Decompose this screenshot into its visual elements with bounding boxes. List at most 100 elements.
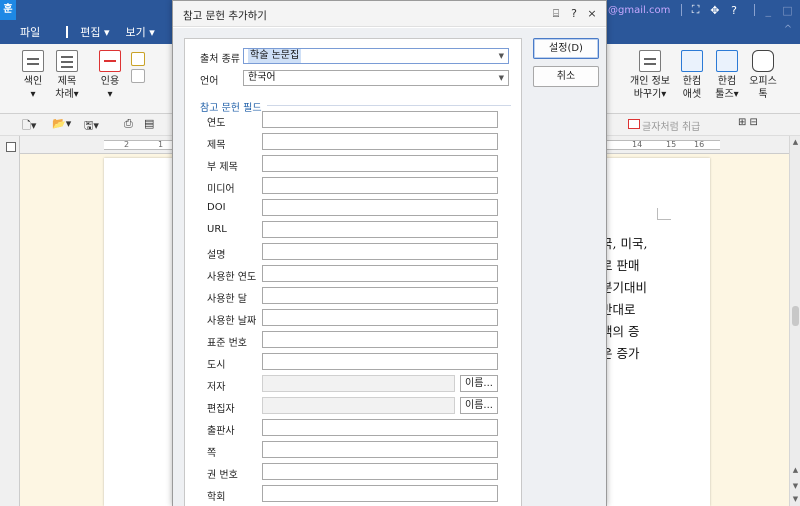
field-row: 설명 (185, 243, 523, 263)
field-input[interactable] (262, 155, 498, 172)
dialog-options-icon[interactable]: ⌸ (549, 7, 563, 21)
field-input[interactable] (262, 243, 498, 260)
field-row: 사용한 달 (185, 287, 523, 307)
open-folder-icon[interactable]: 📂▾ (52, 117, 71, 130)
move-icon[interactable]: ✥ (708, 4, 721, 17)
field-label: 저자 (207, 382, 226, 393)
menu-divider (66, 26, 69, 38)
citation-icon (99, 50, 121, 72)
field-row: 사용한 연도 (185, 265, 523, 285)
scrollbar-thumb[interactable] (792, 306, 799, 326)
ruler-number: 2 (124, 140, 130, 149)
scroll-down-icon[interactable]: ▼ (791, 495, 800, 504)
name-button[interactable]: 이름... (460, 397, 498, 414)
field-input[interactable] (262, 441, 498, 458)
field-input[interactable] (262, 309, 498, 326)
title-toc-icon (56, 50, 78, 72)
expand-icon[interactable]: ⛶ (689, 3, 702, 17)
index-icon (22, 50, 44, 72)
field-input[interactable] (262, 463, 498, 480)
document-line: 로 판매 (601, 258, 640, 273)
field-label: 사용한 연도 (207, 272, 257, 283)
treat-as-char-label[interactable]: 글자처럼 취급 (642, 118, 700, 133)
help-icon[interactable]: ? (727, 4, 740, 17)
field-label: URL (207, 224, 227, 235)
field-label: 편집자 (207, 404, 235, 415)
document-line: 분기대비 (601, 280, 648, 295)
dialog-help-icon[interactable]: ? (567, 7, 581, 20)
document-line: 액의 증 (601, 324, 640, 339)
field-label: 권 번호 (207, 470, 238, 481)
field-input[interactable] (262, 111, 498, 128)
ruler-number: 1 (158, 140, 164, 149)
field-input[interactable] (262, 485, 498, 502)
field-input[interactable] (262, 397, 455, 414)
ruler-number: 16 (694, 140, 705, 149)
hancom-asset-icon (681, 50, 703, 72)
field-label: 사용한 달 (207, 294, 247, 305)
vertical-scrollbar[interactable]: ▲ ▲ ▼ ▼ (789, 136, 800, 506)
dialog-title-bar[interactable]: 참고 문헌 추가하기 ⌸ ? × (173, 1, 606, 27)
ribbon-index-button[interactable]: 색인 ▾ (18, 50, 48, 101)
field-input[interactable] (262, 419, 498, 436)
field-input[interactable] (262, 133, 498, 150)
field-row: 편집자 이름... (185, 397, 523, 417)
cancel-button[interactable]: 취소 (533, 66, 599, 87)
margin-corner-mark (657, 208, 671, 220)
field-input[interactable] (262, 331, 498, 348)
language-select[interactable]: 한국어 ▼ (243, 70, 509, 86)
field-input[interactable] (262, 375, 455, 392)
field-row: 권 번호 (185, 463, 523, 483)
layout-icon[interactable]: ⊞ ⊟ (738, 117, 758, 128)
ribbon-hancom-asset-button[interactable]: 한컴 애셋 (676, 50, 708, 101)
field-label: 미디어 (207, 184, 235, 195)
chevron-down-icon: ▼ (498, 74, 504, 82)
document-text[interactable]: 국, 미국, 로 판매 분기대비 반대로 액의 증 은 증가 (601, 233, 661, 365)
ribbon-citation-button[interactable]: 인용 ▾ (94, 50, 126, 101)
ribbon-office-talk-button[interactable]: 오피스 톡 (746, 50, 780, 101)
field-row: 도시 (185, 353, 523, 373)
field-row: URL (185, 221, 523, 241)
dialog-close-icon[interactable]: × (585, 7, 599, 20)
preview-icon[interactable]: ▤ (144, 117, 154, 130)
source-type-select[interactable]: 학술 논문집 ▼ (243, 48, 509, 64)
menu-view[interactable]: 보기 ▾ (118, 24, 163, 40)
field-row: 부 제목 (185, 155, 523, 175)
ribbon-citation-extra-button[interactable] (126, 52, 150, 86)
field-label: DOI (207, 202, 226, 213)
name-button[interactable]: 이름... (460, 375, 498, 392)
print-icon[interactable]: ⎙ (124, 117, 133, 131)
document-line: 국, 미국, (601, 236, 648, 251)
ribbon-privacy-button[interactable]: 개인 정보 바꾸기▾ (628, 50, 672, 101)
page-down-icon[interactable]: ▼ (791, 482, 800, 491)
field-input[interactable] (262, 177, 498, 194)
field-input[interactable] (262, 287, 498, 304)
field-input[interactable] (262, 199, 498, 216)
chevron-down-icon: ▼ (498, 52, 504, 60)
field-row: 저자 이름... (185, 375, 523, 395)
menu-file[interactable]: 파일 (0, 24, 62, 40)
scroll-up-icon[interactable]: ▲ (791, 138, 800, 147)
ribbon-hancom-tools-button[interactable]: 한컴 툴즈▾ (710, 50, 744, 101)
treat-as-char-icon[interactable] (628, 119, 640, 129)
dialog-title: 참고 문헌 추가하기 (183, 10, 267, 22)
field-input[interactable] (262, 353, 498, 370)
ruler-toggle-icon[interactable] (6, 142, 16, 152)
menu-edit[interactable]: 편집 ▾ (72, 24, 117, 40)
field-label: 설명 (207, 250, 226, 261)
ok-button[interactable]: 설정(D) (533, 38, 599, 59)
restore-icon[interactable]: □ (781, 4, 794, 17)
field-row: DOI (185, 199, 523, 219)
field-input[interactable] (262, 265, 498, 282)
account-email[interactable]: @gmail.com (608, 5, 674, 16)
new-document-icon[interactable]: 🗋▾ (22, 117, 36, 136)
collapse-ribbon-icon[interactable]: ^ (780, 24, 796, 35)
field-label: 표준 번호 (207, 338, 247, 349)
ribbon-title-toc-button[interactable]: 제목 차례▾ (50, 50, 84, 101)
save-icon[interactable]: 🖫▾ (84, 117, 99, 136)
minimize-icon[interactable]: _ (762, 4, 775, 17)
page-up-icon[interactable]: ▲ (791, 466, 800, 475)
caption-icon (131, 69, 145, 83)
field-input[interactable] (262, 221, 498, 238)
field-row: 미디어 (185, 177, 523, 197)
